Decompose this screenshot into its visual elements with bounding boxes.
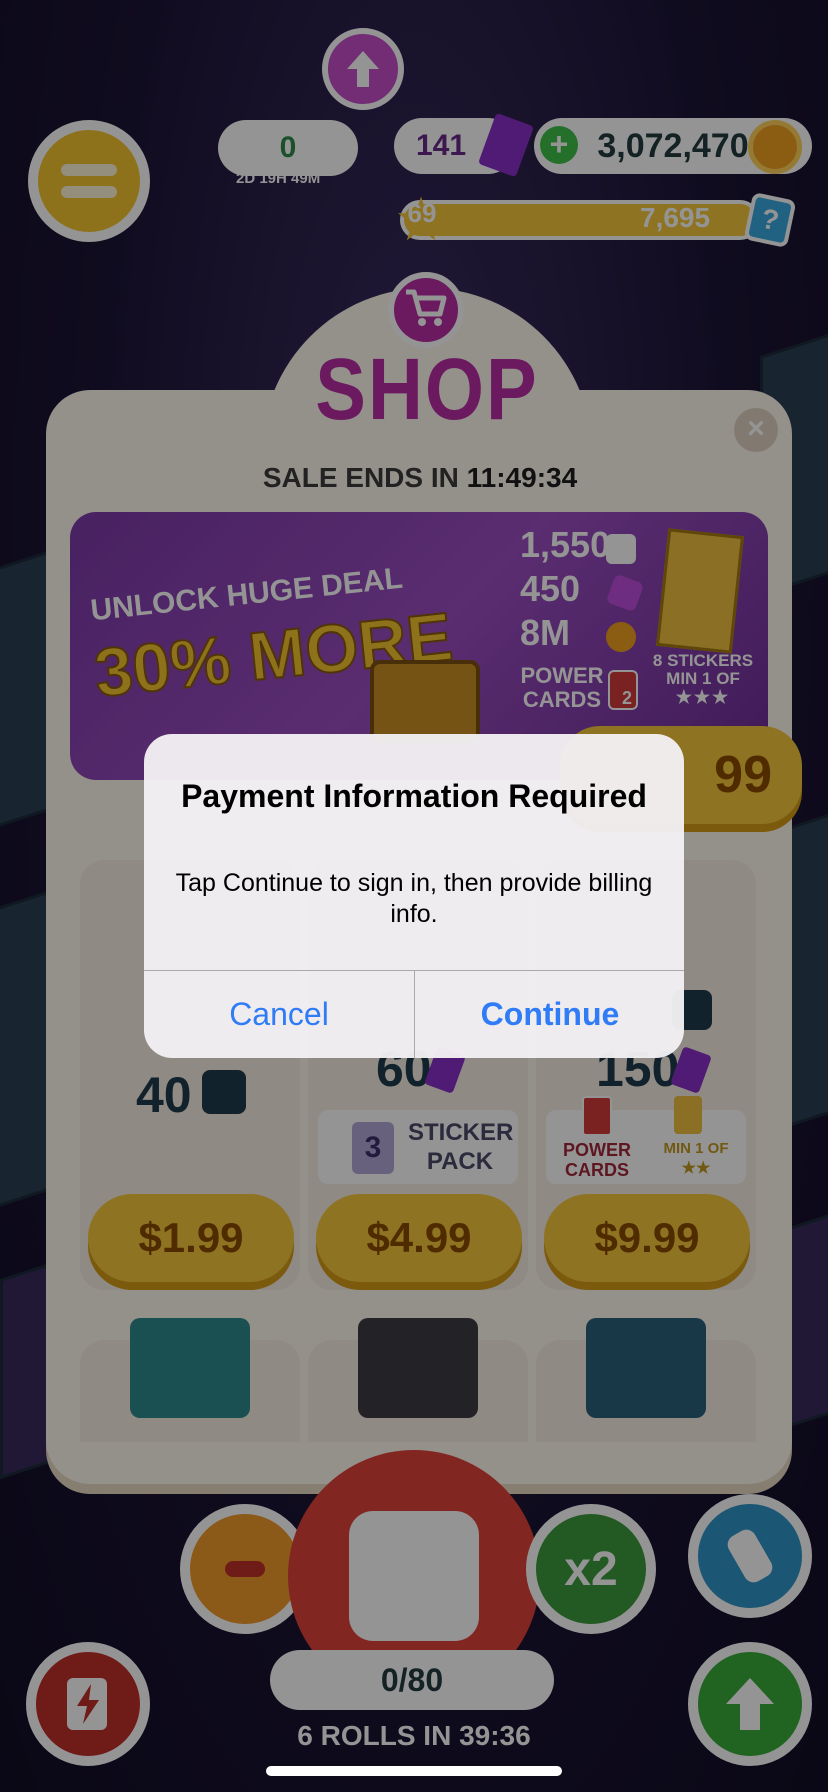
home-indicator[interactable] xyxy=(266,1766,562,1776)
alert-title: Payment Information Required xyxy=(181,778,647,814)
payment-alert-dialog: Payment Information Required Tap Continu… xyxy=(144,734,684,1058)
cancel-button[interactable]: Cancel xyxy=(144,971,414,1058)
alert-message: Tap Continue to sign in, then provide bi… xyxy=(175,869,653,928)
continue-button[interactable]: Continue xyxy=(415,971,684,1058)
